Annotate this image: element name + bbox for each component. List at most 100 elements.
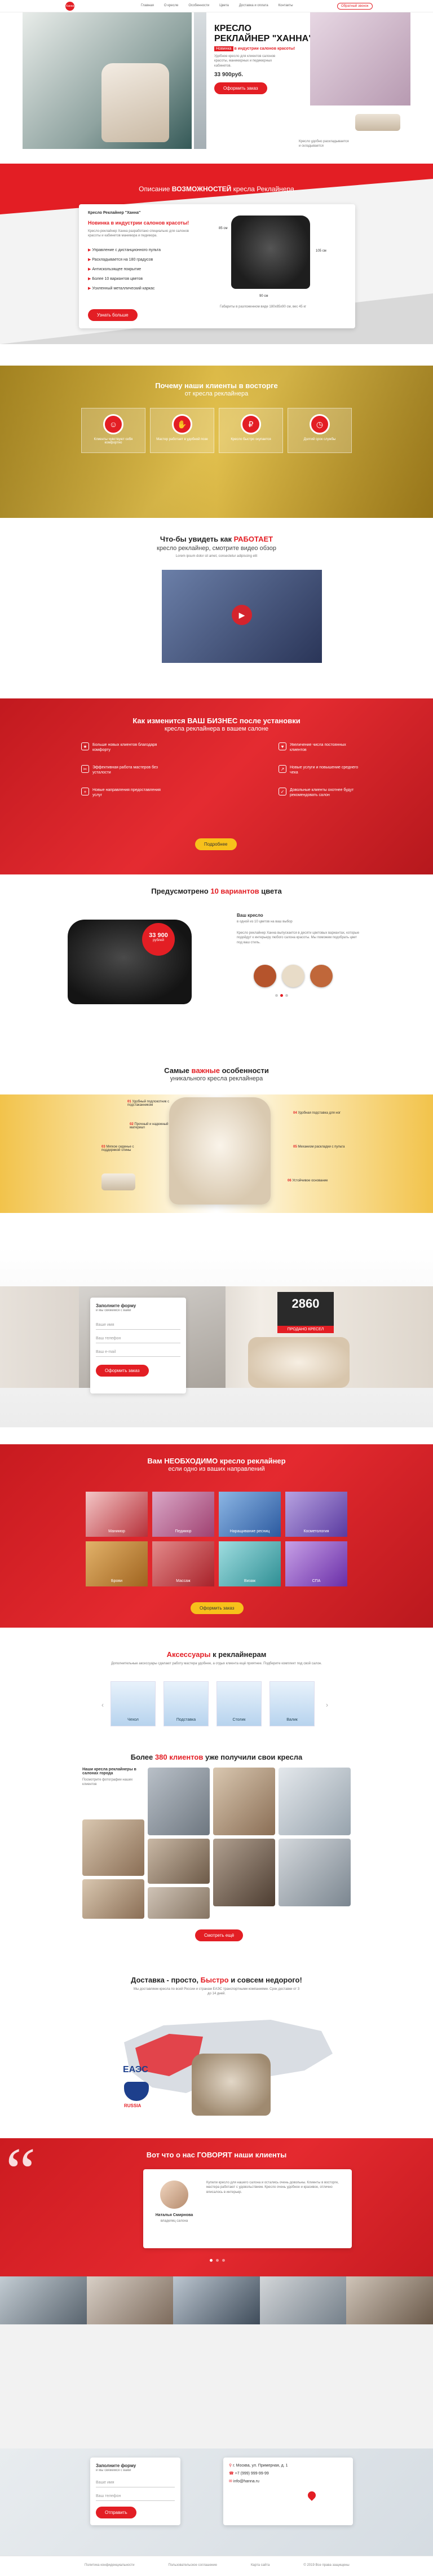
footer-copyright: © 2019 Все права защищены bbox=[303, 2564, 350, 2567]
direction-tile[interactable]: Массаж bbox=[152, 1541, 214, 1586]
why-card-text: Долгий срок службы bbox=[303, 438, 336, 441]
benefit-item: ✂ Эффективная работа мастеров без усталос… bbox=[81, 765, 166, 775]
client-photo[interactable] bbox=[148, 1887, 210, 1919]
contact-info-card: ⚲ г. Москва, ул. Примерная, д. 1 ☎ +7 (9… bbox=[223, 2458, 353, 2525]
nav-item-home[interactable]: Главная bbox=[141, 4, 154, 7]
footer-link-sitemap[interactable]: Карта сайта bbox=[251, 2564, 269, 2567]
feature-item: ▶ Управление с дистанционного пульта bbox=[88, 248, 161, 252]
business-section: Как изменится ВАШ БИЗНЕС после установки… bbox=[0, 698, 433, 874]
accessory-card[interactable]: Столик bbox=[216, 1681, 262, 1726]
accessory-card[interactable]: Чехол bbox=[111, 1681, 156, 1726]
review-photo[interactable] bbox=[346, 2276, 433, 2324]
phone-line[interactable]: ☎ +7 (999) 999-99-99 bbox=[229, 2471, 347, 2476]
stats-chair-image bbox=[248, 1337, 350, 1388]
client-photo[interactable] bbox=[279, 1839, 351, 1906]
new-badge: Новинка bbox=[214, 46, 233, 51]
nav-item-features[interactable]: Особенности bbox=[188, 4, 209, 7]
hero: КРЕСЛО РЕКЛАЙНЕР "ХАННА" Новинка в индус… bbox=[0, 12, 433, 153]
sold-count: 2860 bbox=[291, 1296, 320, 1311]
colors-title: Предусмотрено 10 вариантов цвета bbox=[151, 887, 282, 895]
footer-link-terms[interactable]: Пользовательское соглашение bbox=[169, 2564, 217, 2567]
phone-field[interactable]: Ваш телефон bbox=[96, 1334, 180, 1344]
client-photo[interactable] bbox=[279, 1768, 351, 1835]
more-button[interactable]: Узнать больше bbox=[88, 309, 138, 321]
clients-more-button[interactable]: Смотреть ещё bbox=[195, 1929, 244, 1941]
directions-cta-button[interactable]: Оформить заказ bbox=[191, 1602, 244, 1614]
review-author: Наталья Смирнова bbox=[155, 2213, 193, 2217]
swatch-dot[interactable] bbox=[285, 994, 288, 997]
benefit-item: ✓ Довольные клиенты охотнее будут рекомен… bbox=[279, 788, 363, 798]
direction-tile[interactable]: Педикюр bbox=[152, 1492, 214, 1537]
swatch-dot[interactable] bbox=[275, 994, 278, 997]
logo[interactable]: Ханна bbox=[65, 2, 74, 11]
directions-subtitle: если одно из ваших направлений bbox=[168, 1466, 265, 1472]
accessory-card[interactable]: Подставка bbox=[164, 1681, 209, 1726]
direction-tile[interactable]: Маникюр bbox=[86, 1492, 148, 1537]
review-photo[interactable] bbox=[86, 2276, 174, 2324]
map-area[interactable] bbox=[0, 2448, 433, 2556]
carousel-dot[interactable] bbox=[222, 2259, 225, 2262]
color-swatch[interactable] bbox=[310, 965, 333, 987]
carousel-next-icon[interactable]: › bbox=[326, 1701, 328, 1709]
carousel-prev-icon[interactable]: ‹ bbox=[101, 1701, 104, 1709]
hero-order-button[interactable]: Оформить заказ bbox=[214, 82, 267, 94]
client-photo[interactable] bbox=[82, 1879, 144, 1919]
star-icon: ★ bbox=[81, 742, 89, 750]
video-note: Lorem ipsum dolor sit amet, consectetur … bbox=[175, 555, 258, 558]
form-submit-button[interactable]: Оформить заказ bbox=[96, 1365, 149, 1377]
review-photo[interactable] bbox=[0, 2276, 87, 2324]
contact-form-title: Заполните форму bbox=[96, 2463, 136, 2468]
accessories-section: Аксессуары к реклайнерам Дополнительные … bbox=[0, 1628, 433, 1746]
chair-dimension-image bbox=[231, 216, 310, 289]
gallery-intro: Наши кресла реклайнеры в салонах города … bbox=[82, 1768, 144, 1787]
email-field[interactable]: Ваш e-mail bbox=[96, 1348, 180, 1357]
callback-button[interactable]: Обратный звонок bbox=[337, 3, 373, 10]
why-card-text: Кресло быстро окупается bbox=[231, 438, 271, 441]
carousel-dot[interactable] bbox=[216, 2259, 219, 2262]
email-line[interactable]: ✉ info@hanna.ru bbox=[229, 2479, 347, 2483]
accessory-card[interactable]: Валик bbox=[269, 1681, 315, 1726]
color-swatch[interactable] bbox=[282, 965, 304, 987]
smile-icon: ☺ bbox=[103, 414, 123, 434]
direction-tile[interactable]: Брови bbox=[86, 1541, 148, 1586]
nav-item-delivery[interactable]: Доставка и оплата bbox=[239, 4, 268, 7]
hero-caption: Кресло удобно раскладывается и складывае… bbox=[299, 140, 349, 148]
why-card-text: Клиенты чувствуют себя комфортно bbox=[94, 438, 133, 445]
badge-text: в индустрии салонов красоты! bbox=[234, 46, 295, 51]
tools-icon: ✂ bbox=[81, 765, 89, 773]
footer: Политика конфиденциальности Пользователь… bbox=[0, 2556, 433, 2576]
client-photo[interactable] bbox=[213, 1768, 275, 1835]
stats-section: Заполните форму и мы свяжемся с вами Ваш… bbox=[0, 1247, 433, 1427]
client-photo[interactable] bbox=[213, 1839, 275, 1906]
review-photo[interactable] bbox=[173, 2276, 260, 2324]
quote-icon: “ bbox=[6, 2138, 36, 2209]
footer-link-privacy[interactable]: Политика конфиденциальности bbox=[85, 2564, 135, 2567]
video-player[interactable]: ▶ bbox=[162, 570, 322, 663]
nav-item-contacts[interactable]: Контакты bbox=[279, 4, 293, 7]
nav-item-colors[interactable]: Цвета bbox=[219, 4, 229, 7]
nav-item-about[interactable]: О кресле bbox=[164, 4, 178, 7]
contact-submit-button[interactable]: Отправить bbox=[96, 2507, 136, 2519]
swatch-dot[interactable] bbox=[280, 994, 283, 997]
direction-tile[interactable]: СПА bbox=[285, 1541, 347, 1586]
color-swatch[interactable] bbox=[254, 965, 276, 987]
price-badge-unit: рублей bbox=[153, 939, 164, 942]
review-photo[interactable] bbox=[259, 2276, 347, 2324]
direction-tile[interactable]: Визаж bbox=[219, 1541, 281, 1586]
contact-name-field[interactable]: Ваше имя bbox=[96, 2478, 175, 2488]
direction-tile[interactable]: Наращивание ресниц bbox=[219, 1492, 281, 1537]
color-swatches bbox=[254, 965, 333, 987]
reviews-title: Вот что о нас ГОВОРЯТ наши клиенты bbox=[146, 2151, 287, 2159]
contact-phone-field[interactable]: Ваш телефон bbox=[96, 2492, 175, 2502]
feature-point: 01 Удобный подлокотник с подстаканником bbox=[127, 1100, 170, 1107]
name-field[interactable]: Ваше имя bbox=[96, 1321, 180, 1330]
play-icon[interactable]: ▶ bbox=[232, 605, 252, 625]
client-photo[interactable] bbox=[82, 1819, 144, 1876]
carousel-dot[interactable] bbox=[210, 2259, 213, 2262]
client-photo[interactable] bbox=[148, 1839, 210, 1884]
direction-tile[interactable]: Косметология bbox=[285, 1492, 347, 1537]
business-cta-button[interactable]: Подробнее bbox=[195, 838, 237, 850]
spec-note: Габариты в разложенном виде 180х85х90 см… bbox=[220, 305, 307, 309]
why-card: ₽ Кресло быстро окупается bbox=[219, 408, 283, 453]
client-photo[interactable] bbox=[148, 1768, 210, 1835]
